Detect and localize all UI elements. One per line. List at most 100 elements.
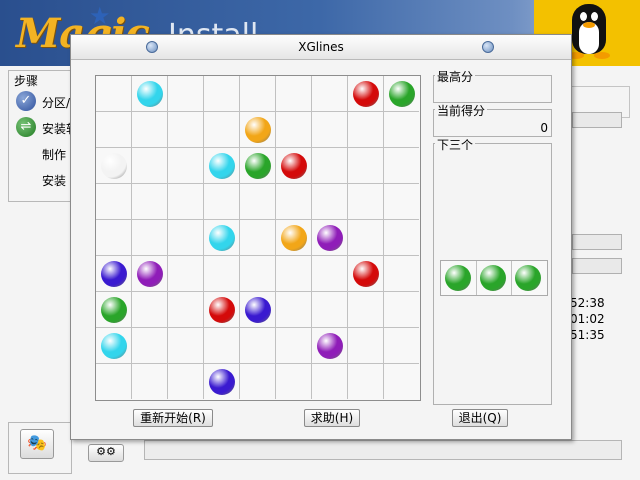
board-cell[interactable] bbox=[240, 364, 276, 399]
elapsed-time: 52:38 bbox=[570, 296, 605, 310]
board-cell[interactable] bbox=[384, 328, 419, 364]
board-cell[interactable] bbox=[96, 364, 132, 399]
board-cell[interactable] bbox=[168, 328, 204, 364]
board-cell[interactable] bbox=[132, 112, 168, 148]
board-cell[interactable] bbox=[168, 292, 204, 328]
ball-indigo[interactable] bbox=[101, 261, 127, 287]
board-cell[interactable] bbox=[240, 328, 276, 364]
swap-arrows-icon: ⇌ bbox=[16, 117, 36, 137]
board-cell[interactable] bbox=[276, 112, 312, 148]
tux-eye-left bbox=[580, 12, 587, 21]
board-cell[interactable] bbox=[312, 292, 348, 328]
ball-indigo[interactable] bbox=[245, 297, 271, 323]
board-cell[interactable] bbox=[168, 112, 204, 148]
board-cell[interactable] bbox=[348, 220, 384, 256]
next-ball-slot bbox=[476, 261, 512, 295]
ball-green[interactable] bbox=[389, 81, 415, 107]
logo-star-icon: ★ bbox=[89, 2, 111, 30]
ball-orange[interactable] bbox=[245, 117, 271, 143]
board-cell[interactable] bbox=[168, 148, 204, 184]
board-cell[interactable] bbox=[168, 256, 204, 292]
board-cell[interactable] bbox=[276, 184, 312, 220]
game-board[interactable] bbox=[95, 75, 421, 401]
board-cell[interactable] bbox=[312, 148, 348, 184]
ball-green[interactable] bbox=[245, 153, 271, 179]
window-title: XGlines bbox=[298, 40, 344, 54]
board-cell[interactable] bbox=[384, 148, 419, 184]
ball-cyan[interactable] bbox=[137, 81, 163, 107]
board-cell[interactable] bbox=[204, 184, 240, 220]
board-cell[interactable] bbox=[204, 328, 240, 364]
board-cell[interactable] bbox=[276, 256, 312, 292]
ball-orange[interactable] bbox=[281, 225, 307, 251]
ball-indigo[interactable] bbox=[209, 369, 235, 395]
board-cell[interactable] bbox=[312, 112, 348, 148]
board-cell[interactable] bbox=[348, 148, 384, 184]
board-cell[interactable] bbox=[384, 112, 419, 148]
board-cell[interactable] bbox=[276, 76, 312, 112]
board-cell[interactable] bbox=[240, 220, 276, 256]
board-cell[interactable] bbox=[132, 220, 168, 256]
board-cell[interactable] bbox=[384, 364, 419, 399]
help-button[interactable]: 求助(H) bbox=[304, 409, 360, 427]
board-cell[interactable] bbox=[384, 256, 419, 292]
board-cell[interactable] bbox=[348, 112, 384, 148]
ball-cyan[interactable] bbox=[209, 225, 235, 251]
board-cell[interactable] bbox=[348, 184, 384, 220]
board-cell[interactable] bbox=[348, 292, 384, 328]
board-cell[interactable] bbox=[96, 76, 132, 112]
board-cell[interactable] bbox=[240, 76, 276, 112]
board-cell[interactable] bbox=[168, 76, 204, 112]
board-cell[interactable] bbox=[348, 328, 384, 364]
board-cell[interactable] bbox=[276, 364, 312, 399]
board-cell[interactable] bbox=[384, 292, 419, 328]
board-cell[interactable] bbox=[312, 364, 348, 399]
board-cell[interactable] bbox=[204, 112, 240, 148]
ball-white[interactable] bbox=[101, 153, 127, 179]
board-cell[interactable] bbox=[168, 364, 204, 399]
best-score-label: 最高分 bbox=[435, 70, 476, 84]
installer-status-bar bbox=[144, 440, 622, 460]
ball-purple[interactable] bbox=[137, 261, 163, 287]
ball-red[interactable] bbox=[209, 297, 235, 323]
board-cell[interactable] bbox=[96, 112, 132, 148]
board-cell[interactable] bbox=[312, 256, 348, 292]
step-install: 安装 bbox=[42, 174, 67, 188]
ball-purple[interactable] bbox=[317, 225, 343, 251]
board-cell[interactable] bbox=[132, 364, 168, 399]
board-cell[interactable] bbox=[312, 76, 348, 112]
ball-red[interactable] bbox=[281, 153, 307, 179]
xglines-window: XGlines 最高分 当前得分 0 下三个 重新开始(R) 求助(H) 退出(… bbox=[70, 34, 572, 440]
ball-red[interactable] bbox=[353, 81, 379, 107]
board-cell[interactable] bbox=[348, 364, 384, 399]
exit-button[interactable]: 退出(Q) bbox=[452, 409, 508, 427]
ball-red[interactable] bbox=[353, 261, 379, 287]
board-cell[interactable] bbox=[168, 220, 204, 256]
board-cell[interactable] bbox=[240, 184, 276, 220]
board-cell[interactable] bbox=[96, 184, 132, 220]
ball-cyan[interactable] bbox=[101, 333, 127, 359]
ball-green[interactable] bbox=[101, 297, 127, 323]
board-cell[interactable] bbox=[276, 328, 312, 364]
ball-purple[interactable] bbox=[317, 333, 343, 359]
board-cell[interactable] bbox=[312, 184, 348, 220]
board-cell[interactable] bbox=[132, 184, 168, 220]
settings-gear-button[interactable]: ⚙⚙ bbox=[88, 444, 124, 462]
board-cell[interactable] bbox=[204, 256, 240, 292]
window-close-button[interactable] bbox=[482, 41, 494, 53]
board-cell[interactable] bbox=[132, 328, 168, 364]
board-cell[interactable] bbox=[132, 292, 168, 328]
board-cell[interactable] bbox=[168, 184, 204, 220]
board-cell[interactable] bbox=[384, 184, 419, 220]
board-cell[interactable] bbox=[240, 256, 276, 292]
board-cell[interactable] bbox=[384, 220, 419, 256]
ball-cyan[interactable] bbox=[209, 153, 235, 179]
masks-help-button[interactable]: 🎭 bbox=[20, 429, 54, 459]
board-cell[interactable] bbox=[132, 148, 168, 184]
xglines-titlebar[interactable]: XGlines bbox=[71, 35, 571, 60]
board-cell[interactable] bbox=[96, 220, 132, 256]
board-cell[interactable] bbox=[276, 292, 312, 328]
restart-button[interactable]: 重新开始(R) bbox=[133, 409, 213, 427]
board-cell[interactable] bbox=[204, 76, 240, 112]
current-score-value: 0 bbox=[540, 121, 548, 135]
